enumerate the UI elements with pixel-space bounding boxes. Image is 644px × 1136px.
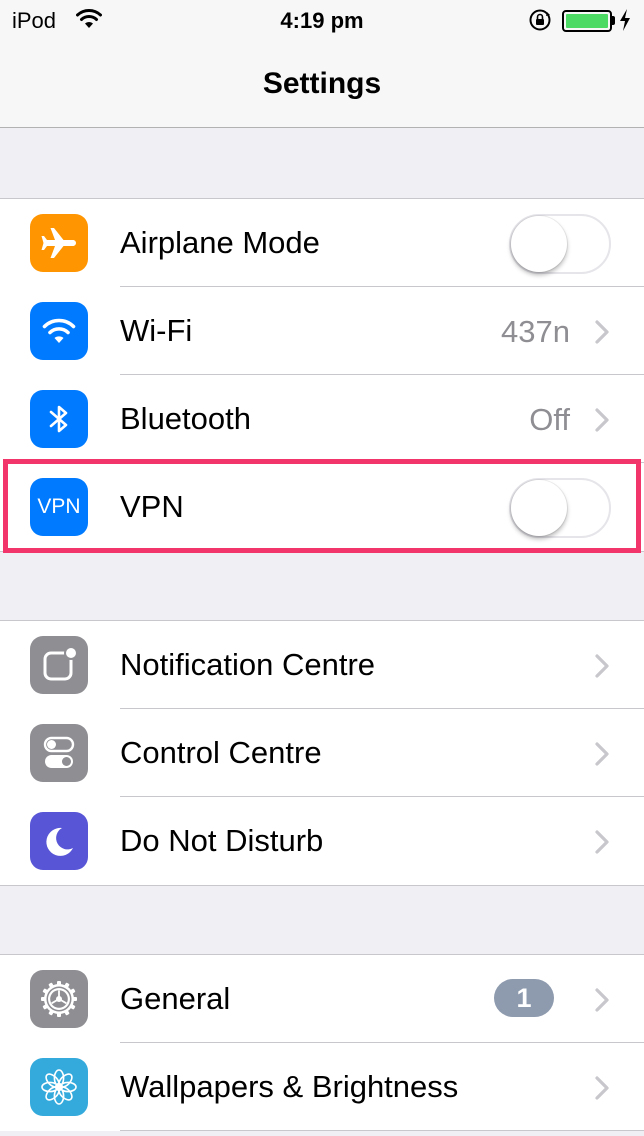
row-label: Wallpapers & Brightness <box>120 1069 459 1104</box>
battery-nub <box>612 16 615 25</box>
rotation-lock-icon <box>529 9 551 31</box>
chevron-right-icon <box>595 320 609 344</box>
airplane-icon <box>30 214 88 272</box>
moon-icon <box>30 812 88 870</box>
row-label: Bluetooth <box>120 401 251 436</box>
settings-group-centres: Notification Centre Control Centre Do No… <box>0 620 644 886</box>
row-notification-centre[interactable]: Notification Centre <box>0 621 644 709</box>
row-general[interactable]: General 1 <box>0 955 644 1043</box>
row-label: General <box>120 981 231 1016</box>
airplane-mode-toggle[interactable] <box>509 214 611 274</box>
wifi-icon <box>30 302 88 360</box>
row-vpn[interactable]: VPN VPN <box>0 463 644 551</box>
row-control-centre[interactable]: Control Centre <box>0 709 644 797</box>
row-divider <box>120 1130 644 1131</box>
vpn-toggle[interactable] <box>509 478 611 538</box>
row-airplane-mode[interactable]: Airplane Mode <box>0 199 644 287</box>
chevron-right-icon <box>595 830 609 854</box>
chevron-right-icon <box>595 1076 609 1100</box>
row-do-not-disturb[interactable]: Do Not Disturb <box>0 797 644 885</box>
vpn-icon: VPN <box>30 478 88 536</box>
row-wifi[interactable]: Wi-Fi 437n <box>0 287 644 375</box>
toggle-knob <box>511 480 567 536</box>
chevron-right-icon <box>595 742 609 766</box>
row-label: Airplane Mode <box>120 225 320 260</box>
bolt-icon <box>620 9 630 31</box>
settings-group-connectivity: Airplane Mode Wi-Fi 437n Bluetooth Off V… <box>0 198 644 552</box>
bluetooth-icon <box>30 390 88 448</box>
row-bluetooth[interactable]: Bluetooth Off <box>0 375 644 463</box>
gear-icon <box>30 970 88 1028</box>
flower-icon <box>30 1058 88 1116</box>
notification-centre-icon <box>30 636 88 694</box>
row-label: VPN <box>120 489 184 524</box>
row-label: Do Not Disturb <box>120 823 324 858</box>
row-wallpapers-brightness[interactable]: Wallpapers & Brightness <box>0 1043 644 1131</box>
page-title: Settings <box>262 67 382 100</box>
control-centre-icon <box>30 724 88 782</box>
row-label: Wi-Fi <box>120 313 193 348</box>
bluetooth-status-value: Off <box>529 402 570 437</box>
chevron-right-icon <box>595 988 609 1012</box>
row-label: Notification Centre <box>120 647 376 682</box>
vpn-icon-text: VPN <box>37 495 81 518</box>
row-label: Control Centre <box>120 735 322 770</box>
chevron-right-icon <box>595 408 609 432</box>
wifi-network-value: 437n <box>501 314 570 349</box>
chevron-right-icon <box>595 654 609 678</box>
battery-icon <box>562 10 612 32</box>
status-bar: iPod 4:19 pm <box>0 0 644 42</box>
toggle-knob <box>511 216 567 272</box>
navigation-bar: Settings <box>0 42 644 128</box>
update-count-badge: 1 <box>494 979 554 1017</box>
settings-group-general: General 1 Wallpapers & Brightness <box>0 954 644 1131</box>
